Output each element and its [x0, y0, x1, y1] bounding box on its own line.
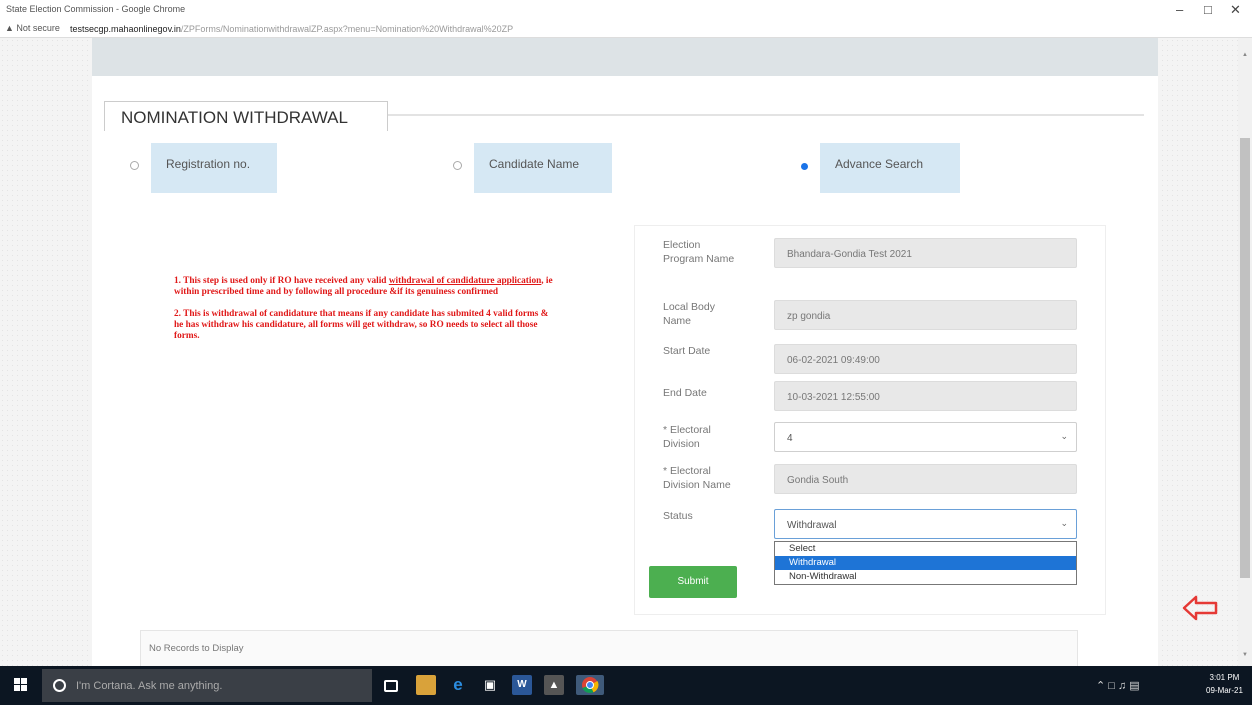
status-select[interactable]: Withdrawal ⌄: [774, 509, 1077, 539]
radio-label-advance-search[interactable]: Advance Search: [820, 143, 960, 193]
cortana-search-box[interactable]: I'm Cortana. Ask me anything.: [42, 669, 372, 702]
status-dropdown-list[interactable]: Select Withdrawal Non-Withdrawal: [774, 541, 1077, 585]
cortana-icon: [53, 679, 66, 692]
start-tile: [14, 685, 20, 691]
radio-button[interactable]: [453, 161, 462, 170]
left-arrow-icon: [1182, 595, 1218, 621]
electoral-division-select[interactable]: 4 ⌄: [774, 422, 1077, 452]
windows-start-icon[interactable]: [14, 678, 28, 692]
task-view-icon[interactable]: [384, 680, 398, 692]
radio-button-selected[interactable]: [801, 163, 808, 170]
start-date-label: Start Date: [663, 345, 711, 357]
note-1: 1. This step is used only if RO have rec…: [174, 276, 554, 298]
radio-button[interactable]: [130, 161, 139, 170]
start-tile: [21, 685, 27, 691]
electoral-division-label: * Electoral Division: [663, 424, 711, 450]
note-1-underlined: withdrawal of candidature application: [388, 276, 542, 286]
scrollbar-thumb[interactable]: [1240, 138, 1250, 578]
url-text[interactable]: testsecgp.mahaonlinegov.in/ZPForms/Nomin…: [70, 24, 513, 34]
close-button[interactable]: ✕: [1230, 2, 1241, 18]
end-date-field: 10-03-2021 12:55:00: [774, 381, 1077, 411]
radio-advance-search[interactable]: Advance Search: [801, 143, 960, 193]
submit-button[interactable]: Submit: [649, 566, 737, 598]
note-2: 2. This is withdrawal of candidature tha…: [174, 309, 549, 341]
radio-candidate-name[interactable]: Candidate Name: [453, 143, 612, 193]
radio-label-registration-no[interactable]: Registration no.: [151, 143, 277, 193]
election-program-label: Election Program Name: [663, 239, 735, 265]
address-bar[interactable]: ▲ Not secure testsecgp.mahaonlinegov.in/…: [0, 20, 1252, 38]
radio-registration-no[interactable]: Registration no.: [130, 143, 277, 193]
chrome-icon: [582, 677, 599, 694]
electoral-division-name-field: Gondia South: [774, 464, 1077, 494]
not-secure-indicator[interactable]: ▲ Not secure: [5, 23, 60, 33]
local-body-label: Local Body Name: [663, 301, 715, 327]
minimize-button[interactable]: –: [1176, 2, 1183, 17]
maximize-button[interactable]: □: [1204, 2, 1212, 17]
advance-search-form: Election Program Name Bhandara-Gondia Te…: [634, 225, 1106, 615]
title-divider: [388, 114, 1144, 116]
status-label: Status: [663, 510, 693, 522]
clock-date: 09-Mar-21: [1206, 686, 1243, 695]
note-1-prefix: 1. This step is used only if RO have rec…: [174, 276, 389, 286]
system-tray-icons[interactable]: ⌃ □ ♫ ▤: [1096, 679, 1140, 692]
browser-title-bar: State Election Commission - Google Chrom…: [0, 0, 1252, 20]
status-value: Withdrawal: [787, 520, 837, 531]
windows-taskbar: I'm Cortana. Ask me anything. e ▣ W ▲ ⌃ …: [0, 666, 1252, 705]
url-path: /ZPForms/NominationwithdrawalZP.aspx?men…: [180, 24, 514, 34]
taskbar-clock[interactable]: 3:01 PM 09-Mar-21: [1206, 671, 1243, 697]
cortana-placeholder: I'm Cortana. Ask me anything.: [76, 680, 223, 692]
clock-time: 3:01 PM: [1209, 673, 1240, 682]
chevron-down-icon: ⌄: [1060, 431, 1068, 441]
status-option-non-withdrawal[interactable]: Non-Withdrawal: [775, 570, 1076, 584]
electoral-division-value: 4: [787, 433, 793, 444]
word-icon[interactable]: W: [512, 675, 532, 695]
page-scrollbar[interactable]: ▲ ▼: [1238, 38, 1252, 666]
scroll-up-icon[interactable]: ▲: [1242, 52, 1248, 58]
status-option-select[interactable]: Select: [775, 542, 1076, 556]
header-band: [92, 38, 1158, 76]
status-option-withdrawal[interactable]: Withdrawal: [775, 556, 1076, 570]
start-date-field: 06-02-2021 09:49:00: [774, 344, 1077, 374]
electoral-division-name-label: * Electoral Division Name: [663, 465, 731, 491]
file-explorer-icon[interactable]: [416, 675, 436, 695]
main-content: NOMINATION WITHDRAWAL Registration no. C…: [92, 38, 1218, 666]
page-title: NOMINATION WITHDRAWAL: [104, 101, 388, 131]
start-tile: [21, 678, 27, 684]
page-viewport: NOMINATION WITHDRAWAL Registration no. C…: [0, 38, 1238, 666]
url-host: testsecgp.mahaonlinegov.in: [70, 24, 181, 34]
radio-label-candidate-name[interactable]: Candidate Name: [474, 143, 612, 193]
instructions-note: 1. This step is used only if RO have rec…: [174, 276, 554, 353]
end-date-label: End Date: [663, 387, 707, 399]
records-panel: No Records to Display: [140, 630, 1078, 666]
photos-icon[interactable]: ▲: [544, 675, 564, 695]
scroll-down-icon[interactable]: ▼: [1242, 652, 1248, 658]
chevron-down-icon: ⌄: [1060, 518, 1068, 528]
edge-browser-icon[interactable]: e: [448, 675, 468, 695]
local-body-field: zp gondia: [774, 300, 1077, 330]
chrome-active-tab[interactable]: [576, 675, 604, 695]
election-program-field: Bhandara-Gondia Test 2021: [774, 238, 1077, 268]
window-title: State Election Commission - Google Chrom…: [6, 4, 186, 14]
store-icon[interactable]: ▣: [480, 675, 500, 695]
start-tile: [14, 678, 20, 684]
